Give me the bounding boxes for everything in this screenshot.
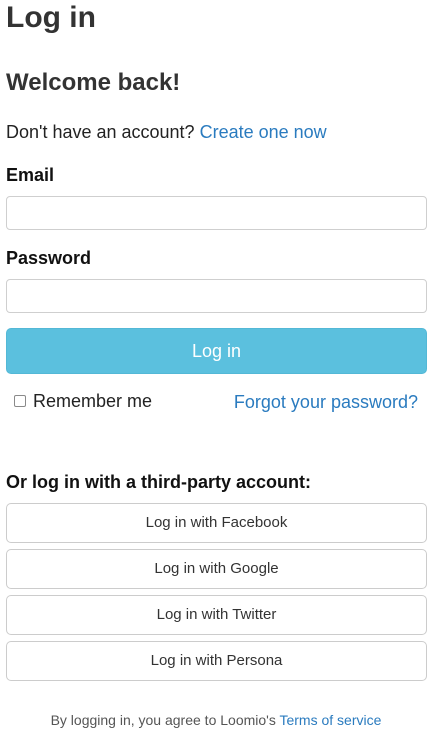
- password-label: Password: [6, 248, 92, 268]
- forgot-password-link[interactable]: Forgot your password?: [234, 390, 418, 414]
- log-in-button[interactable]: Log in: [6, 328, 427, 374]
- login-page: Log in Welcome back! Don't have an accou…: [0, 0, 432, 733]
- password-field[interactable]: [6, 279, 427, 313]
- email-label: Email: [6, 165, 55, 185]
- remember-me-label: Remember me: [33, 390, 153, 411]
- terms-of-service-link[interactable]: Terms of service: [279, 712, 381, 728]
- twitter-login-button[interactable]: Log in with Twitter: [6, 595, 427, 635]
- facebook-login-button[interactable]: Log in with Facebook: [6, 503, 427, 543]
- terms-footer: By logging in, you agree to Loomio's Ter…: [0, 710, 432, 730]
- create-account-link[interactable]: Create one now: [200, 122, 327, 142]
- remember-me-option[interactable]: Remember me: [14, 390, 152, 412]
- signup-prompt-row: Don't have an account? Create one now: [6, 120, 327, 144]
- signup-prompt-text: Don't have an account?: [6, 122, 195, 142]
- page-title: Log in: [6, 1, 96, 34]
- remember-me-checkbox[interactable]: [14, 395, 26, 407]
- google-login-button[interactable]: Log in with Google: [6, 549, 427, 589]
- persona-login-button[interactable]: Log in with Persona: [6, 641, 427, 681]
- email-field[interactable]: [6, 196, 427, 230]
- third-party-heading: Or log in with a third-party account:: [6, 472, 312, 492]
- terms-footer-text: By logging in, you agree to Loomio's: [50, 712, 276, 728]
- welcome-heading: Welcome back!: [6, 69, 181, 96]
